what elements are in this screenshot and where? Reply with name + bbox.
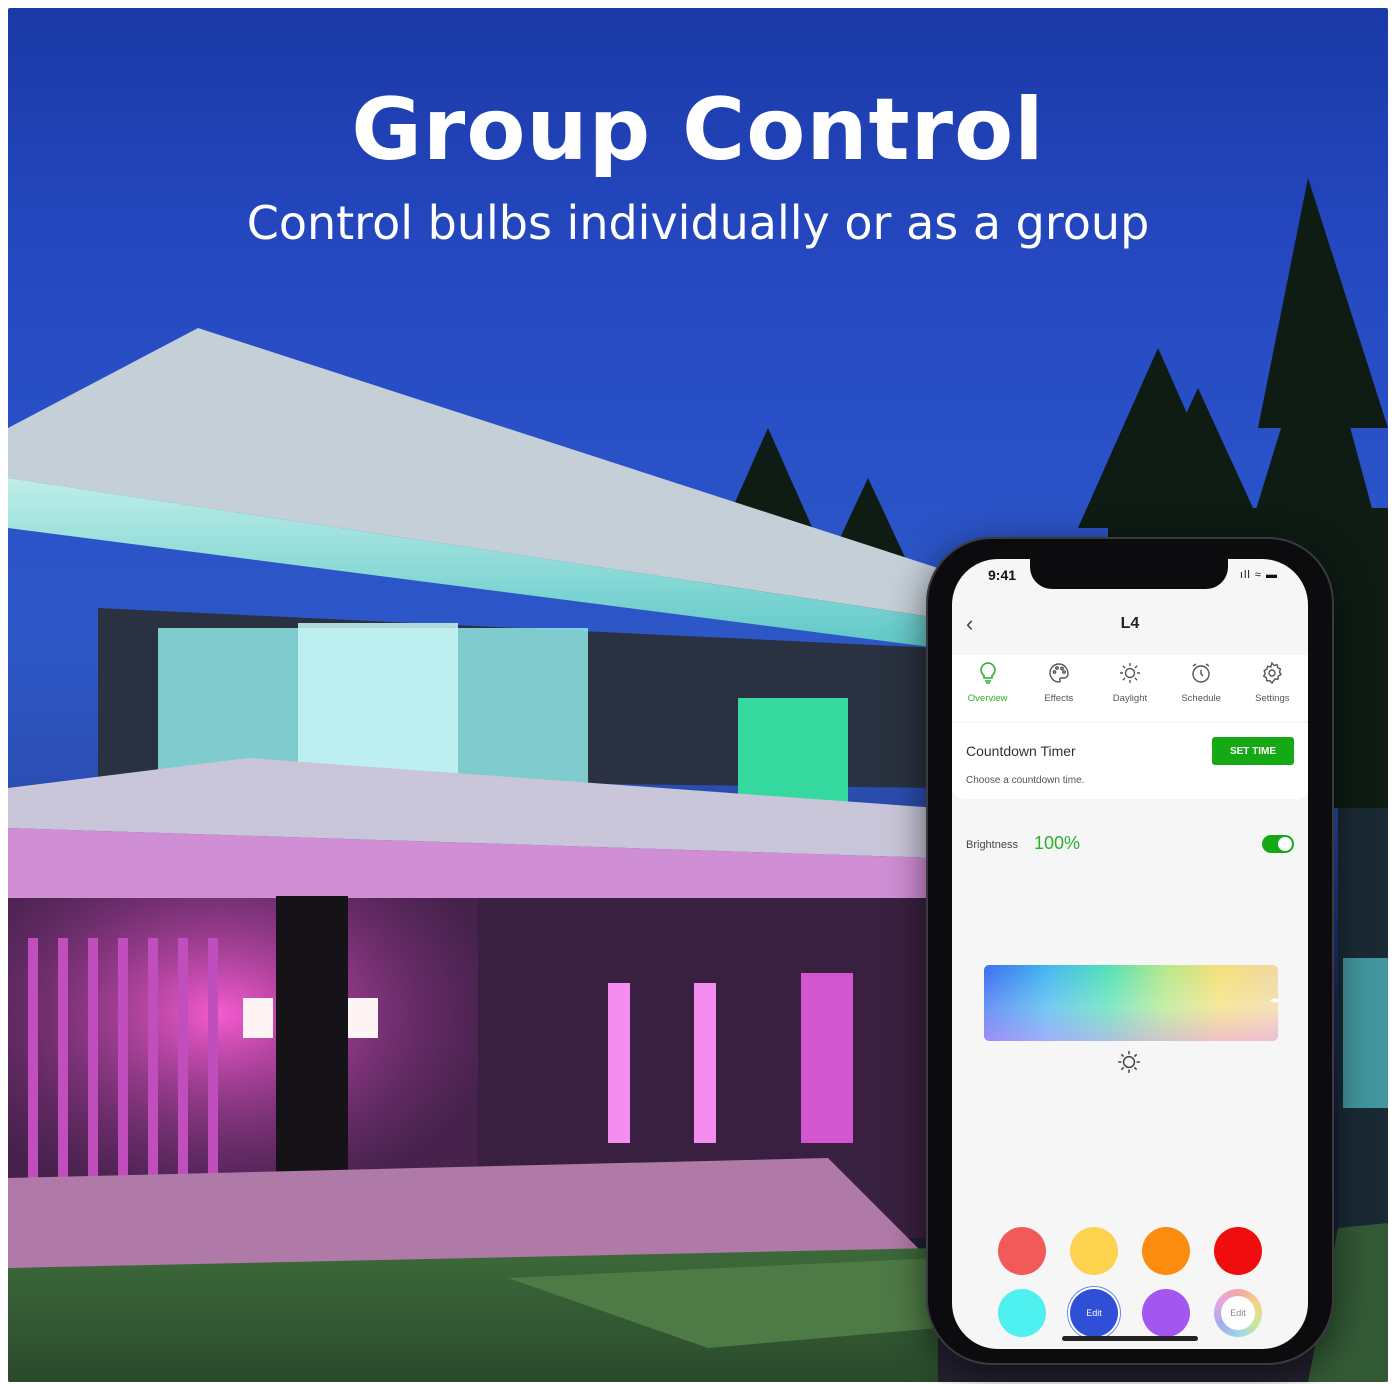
set-time-button[interactable]: SET TIME	[1212, 737, 1294, 765]
gear-icon	[1263, 661, 1283, 685]
brightness-toggle[interactable]	[1262, 835, 1294, 853]
brightness-value: 100%	[1034, 833, 1081, 853]
countdown-title: Countdown Timer	[966, 743, 1076, 759]
app-screen: 9:41 ıll ≈ ▬ ‹ L4 Overview Effects Dayli…	[952, 559, 1308, 1349]
headline-subtitle: Control bulbs individually or as a group	[246, 196, 1150, 250]
palette-handle-icon[interactable]: ◂▸	[1270, 995, 1280, 1007]
headline-title: Group Control	[351, 80, 1045, 180]
color-swatch[interactable]	[998, 1227, 1046, 1275]
tab-bar: Overview Effects Daylight Schedule Setti…	[952, 655, 1308, 721]
status-time: 9:41	[988, 567, 1017, 583]
device-title: L4	[1120, 615, 1140, 632]
tab-schedule[interactable]: Schedule	[1166, 655, 1236, 721]
brightness-sun-icon	[1118, 1051, 1140, 1073]
color-swatch[interactable]	[1142, 1289, 1190, 1337]
color-swatch[interactable]	[1142, 1227, 1190, 1275]
color-swatch[interactable]	[998, 1289, 1046, 1337]
sun-icon	[1119, 663, 1140, 683]
color-swatch[interactable]: Edit	[1070, 1289, 1118, 1337]
bulb-icon	[979, 662, 996, 684]
tab-settings[interactable]: Settings	[1237, 655, 1307, 721]
color-swatch[interactable]: Edit	[1214, 1289, 1262, 1337]
tab-daylight[interactable]: Daylight	[1095, 655, 1165, 721]
tab-label: Effects	[1044, 693, 1074, 704]
tab-label: Settings	[1255, 693, 1290, 704]
status-icons: ıll ≈ ▬	[1239, 569, 1278, 581]
color-swatch[interactable]	[1214, 1227, 1262, 1275]
color-palette-picker[interactable]: ◂▸	[984, 965, 1280, 1041]
tab-overview[interactable]: Overview	[953, 655, 1023, 721]
phone-notch	[1030, 559, 1228, 589]
brightness-label: Brightness	[966, 839, 1018, 851]
tab-effects[interactable]: Effects	[1024, 655, 1094, 721]
palette-icon	[1049, 663, 1069, 683]
countdown-subtitle: Choose a countdown time.	[966, 775, 1085, 786]
color-swatch[interactable]	[1070, 1227, 1118, 1275]
tab-label: Overview	[967, 693, 1008, 704]
phone-mockup: 9:41 ıll ≈ ▬ ‹ L4 Overview Effects Dayli…	[928, 539, 1332, 1363]
swatch-edit-label: Edit	[1086, 1308, 1102, 1318]
home-indicator	[1062, 1336, 1198, 1341]
swatch-edit-label: Edit	[1221, 1296, 1255, 1330]
alarm-clock-icon	[1192, 663, 1210, 683]
tab-label: Schedule	[1181, 693, 1221, 704]
countdown-card: Countdown Timer Choose a countdown time.…	[952, 723, 1308, 799]
toggle-knob	[1278, 837, 1292, 851]
tab-label: Daylight	[1112, 693, 1148, 704]
